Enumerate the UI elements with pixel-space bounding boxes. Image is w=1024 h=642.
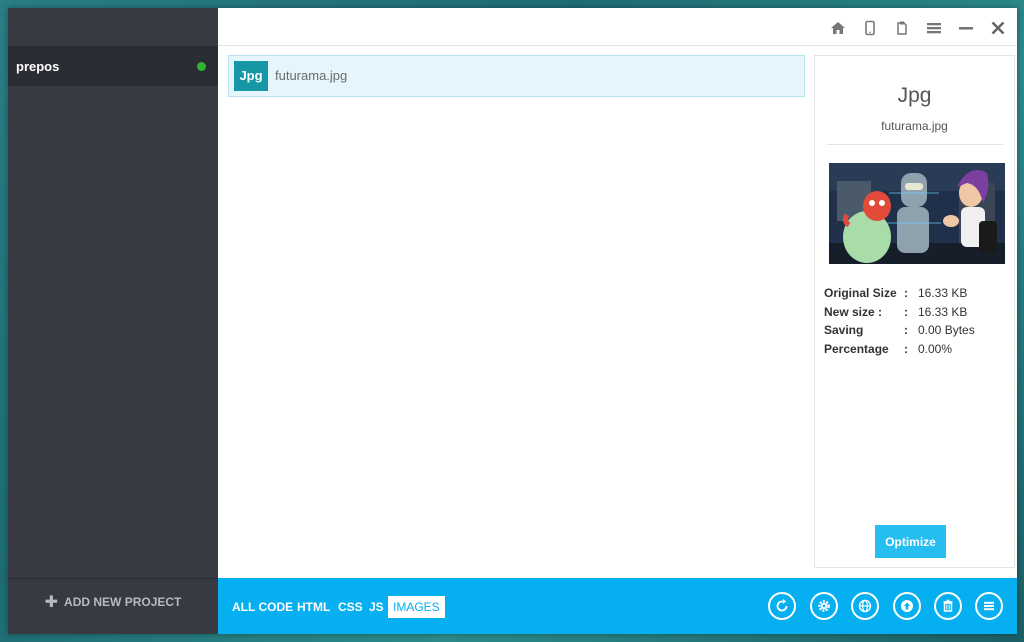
sidebar-divider [8,578,218,579]
project-status-dot [197,62,206,71]
add-project-label: ADD NEW PROJECT [64,595,182,609]
trash-icon[interactable] [934,592,962,620]
close-icon[interactable] [989,19,1007,37]
stats-list: Original Size:16.33 KB New size ::16.33 … [824,286,975,360]
settings-icon[interactable] [810,592,838,620]
image-preview [829,163,1005,264]
stat-saving: Saving:0.00 Bytes [824,323,975,337]
bottom-bar: ALL CODE HTML CSS JS IMAGES [218,578,1017,634]
top-bar [218,8,1017,46]
minimize-icon[interactable] [957,19,975,37]
details-file-type: Jpg [897,84,932,107]
stat-original-size: Original Size:16.33 KB [824,286,968,300]
filter-all-code[interactable]: ALL CODE [232,596,293,618]
details-divider [827,144,1003,145]
stat-percentage: Percentage:0.00% [824,341,953,356]
optimize-button[interactable]: Optimize [875,525,946,558]
filter-css[interactable]: CSS [338,596,363,618]
mobile-icon[interactable] [861,19,879,37]
plus-icon: ✚ [44,594,59,611]
list-icon[interactable] [975,592,1003,620]
file-type-badge: Jpg [234,61,268,91]
clipboard-icon[interactable] [893,19,911,37]
sidebar: prepos ✚ ADD NEW PROJECT [8,8,218,634]
stat-new-size: New size ::16.33 KB [824,304,968,319]
file-details-panel: Jpg futurama.jpg Original Size: 16.33 K… [814,55,1015,568]
filter-js[interactable]: JS [369,596,384,618]
file-row[interactable]: Jpg futurama.jpg [228,55,805,97]
sidebar-project-prepos[interactable]: prepos [8,46,218,86]
filter-images[interactable]: IMAGES [388,596,445,618]
filter-html[interactable]: HTML [297,596,330,618]
refresh-icon[interactable] [768,592,796,620]
globe-icon[interactable] [851,592,879,620]
details-file-name: futurama.jpg [881,119,948,133]
app-window: prepos ✚ ADD NEW PROJECT Jpg futurama.jp… [8,8,1017,634]
file-name: futurama.jpg [275,68,348,83]
home-icon[interactable] [829,19,847,37]
upload-icon[interactable] [893,592,921,620]
add-new-project-button[interactable]: ✚ ADD NEW PROJECT [8,592,218,616]
menu-icon[interactable] [925,19,943,37]
project-name: prepos [16,59,60,74]
